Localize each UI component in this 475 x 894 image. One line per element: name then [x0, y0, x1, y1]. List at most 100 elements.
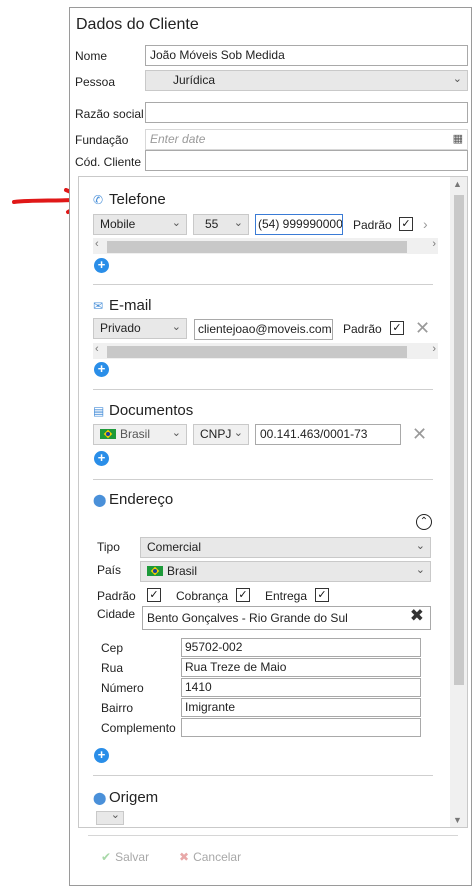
fundacao-date-input[interactable]: Enter date ▦ [145, 129, 468, 150]
origem-section-title: ⬤ Origem [93, 789, 158, 806]
scroll-left-icon[interactable]: ‹ [95, 238, 99, 250]
cancelar-label: Cancelar [193, 850, 242, 864]
email-section-title: ✉ E-mail [93, 297, 152, 314]
email-title: E-mail [109, 297, 152, 314]
scroll-down-icon[interactable]: ▼ [453, 815, 462, 825]
cobranca-checkbox[interactable]: ✓ [236, 588, 250, 602]
id-card-icon: ▤ [93, 404, 105, 418]
cancelar-button[interactable]: ✖ Cancelar [179, 850, 241, 864]
documento-number-input[interactable]: 00.141.463/0001-73 [255, 424, 401, 445]
contact-scroll-region[interactable]: ▲ ▼ ✆ Telefone Mobile ⌄ 55 ⌄ (54) 9999900… [78, 176, 468, 828]
email-type-select[interactable]: Privado ⌄ [93, 318, 187, 339]
chevron-down-icon: ⌄ [233, 427, 243, 439]
documentos-title: Documentos [109, 402, 194, 419]
documento-country-select[interactable]: Brasil ⌄ [93, 424, 187, 445]
telefone-type-select[interactable]: Mobile ⌄ [93, 214, 187, 235]
clear-cidade-icon[interactable]: ✖ [410, 607, 424, 624]
razao-input[interactable] [145, 102, 468, 123]
endereco-padrao-label: Padrão [97, 589, 136, 603]
check-icon: ✔ [101, 850, 112, 864]
collapse-icon[interactable]: ⌃ [416, 514, 432, 530]
rua-input[interactable]: Rua Treze de Maio [181, 658, 421, 677]
chevron-down-icon: ⌄ [452, 73, 462, 85]
endereco-padrao-checkbox[interactable]: ✓ [147, 588, 161, 602]
email-address-input[interactable]: clientejoao@moveis.com [194, 319, 333, 340]
add-telefone-icon[interactable]: + [94, 258, 109, 273]
endereco-pais-value: Brasil [167, 564, 198, 578]
section-divider [93, 775, 433, 776]
telefone-padrao-label: Padrão [353, 218, 392, 232]
endereco-pais-select[interactable]: Brasil ⌄ [140, 561, 431, 582]
close-icon[interactable]: ✕ [412, 425, 427, 443]
bairro-label: Bairro [101, 701, 134, 715]
dialog-title: Dados do Cliente [76, 16, 199, 33]
cod-label: Cód. Cliente [75, 155, 142, 169]
razao-label: Razão social [75, 107, 144, 121]
add-documento-icon[interactable]: + [94, 451, 109, 466]
chevron-down-icon: ⌄ [110, 809, 120, 821]
chevron-down-icon: ⌄ [415, 540, 425, 552]
entrega-checkbox[interactable]: ✓ [315, 588, 329, 602]
nome-input[interactable]: João Móveis Sob Medida [145, 45, 468, 66]
complemento-input[interactable] [181, 718, 421, 737]
email-horizontal-scrollbar[interactable]: ‹ › [93, 343, 438, 359]
cidade-label: Cidade [97, 607, 136, 621]
map-pin-icon: ⬤ [93, 791, 107, 805]
scroll-right-icon[interactable]: › [432, 343, 436, 355]
documento-type-value: CNPJ [200, 427, 232, 441]
pais-label: País [97, 563, 122, 577]
rua-label: Rua [101, 661, 124, 675]
endereco-tipo-value: Comercial [147, 540, 202, 554]
map-pin-icon: ⬤ [93, 493, 107, 507]
telefone-padrao-checkbox[interactable]: ✓ [399, 217, 413, 231]
nome-label: Nome [75, 49, 108, 63]
calendar-icon[interactable]: ▦ [453, 132, 463, 147]
entrega-label: Entrega [265, 589, 308, 603]
scrollbar-thumb[interactable] [107, 241, 407, 253]
scrollbar-thumb[interactable] [107, 346, 407, 358]
scrollbar-thumb[interactable] [454, 195, 464, 685]
add-email-icon[interactable]: + [94, 362, 109, 377]
envelope-icon: ✉ [93, 299, 104, 313]
documento-country-value: Brasil [120, 427, 151, 441]
numero-input[interactable]: 1410 [181, 678, 421, 697]
close-icon[interactable]: ✕ [415, 319, 430, 337]
salvar-label: Salvar [115, 850, 150, 864]
telefone-ddi-select[interactable]: 55 ⌄ [193, 214, 249, 235]
close-icon[interactable]: › [423, 215, 428, 233]
email-padrao-label: Padrão [343, 322, 382, 336]
brazil-flag-icon [147, 566, 163, 576]
telefone-type-value: Mobile [100, 217, 136, 231]
cep-input[interactable]: 95702-002 [181, 638, 421, 657]
section-divider [93, 389, 433, 390]
pessoa-value: Jurídica [173, 73, 216, 87]
pessoa-select[interactable]: Jurídica ⌄ [145, 70, 468, 91]
bairro-input[interactable]: Imigrante [181, 698, 421, 717]
origem-select[interactable]: ⌄ [96, 809, 124, 825]
tipo-label: Tipo [97, 540, 120, 554]
telefone-number-input[interactable]: (54) 999990000 [255, 214, 343, 235]
scroll-left-icon[interactable]: ‹ [95, 343, 99, 355]
scroll-up-icon[interactable]: ▲ [453, 179, 462, 189]
fundacao-label: Fundação [75, 133, 129, 147]
endereco-tipo-select[interactable]: Comercial ⌄ [140, 537, 431, 558]
scroll-right-icon[interactable]: › [432, 238, 436, 250]
origem-title: Origem [109, 789, 159, 806]
chevron-down-icon: ⌄ [233, 217, 243, 229]
telefone-horizontal-scrollbar[interactable]: ‹ › [93, 238, 438, 254]
footer-divider [88, 835, 458, 836]
documento-type-select[interactable]: CNPJ ⌄ [193, 424, 249, 445]
cidade-input[interactable]: Bento Gonçalves - Rio Grande do Sul ✖ [142, 606, 431, 630]
telefone-title: Telefone [109, 191, 166, 208]
chevron-down-icon: ⌄ [171, 427, 181, 439]
cod-input[interactable] [145, 150, 468, 171]
add-endereco-icon[interactable]: + [94, 748, 109, 763]
documentos-section-title: ▤ Documentos [93, 402, 193, 419]
close-icon: ✖ [179, 850, 190, 864]
salvar-button[interactable]: ✔ Salvar [101, 850, 149, 864]
cep-label: Cep [101, 641, 124, 655]
chevron-down-icon: ⌄ [171, 321, 181, 333]
vertical-scrollbar[interactable]: ▲ ▼ [450, 177, 467, 827]
cidade-value: Bento Gonçalves - Rio Grande do Sul [147, 611, 348, 625]
email-padrao-checkbox[interactable]: ✓ [390, 321, 404, 335]
